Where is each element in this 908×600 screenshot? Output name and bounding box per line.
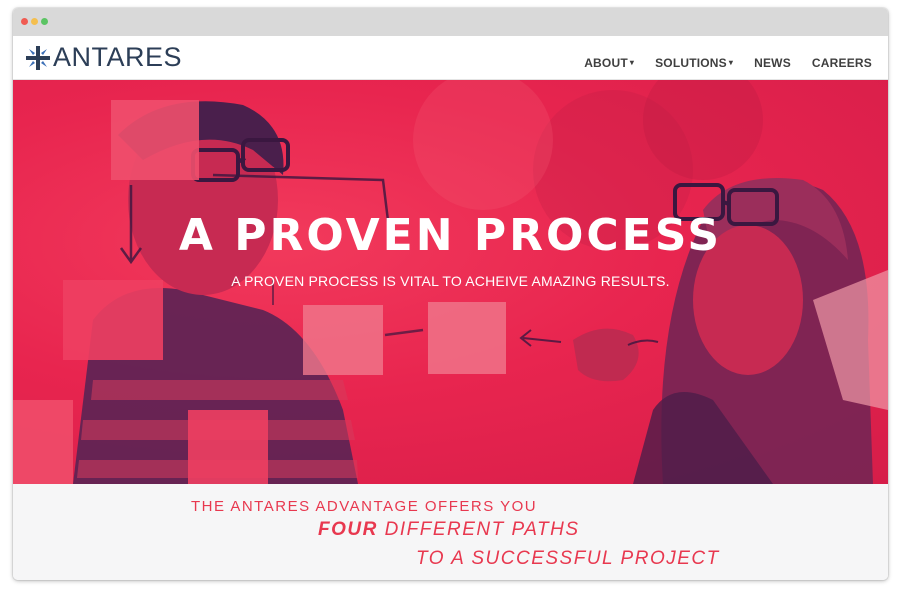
maximize-dot-icon[interactable] — [41, 18, 48, 25]
nav-item-careers[interactable]: CAREERS — [812, 56, 872, 70]
hero-title: A PROVEN PROCESS — [178, 210, 723, 261]
window-title-bar — [13, 8, 888, 36]
advantage-intro: THE ANTARES ADVANTAGE OFFERS YOU — [191, 498, 538, 515]
nav-item-solutions[interactable]: SOLUTIONS ▾ — [655, 56, 733, 70]
compass-star-logo-icon[interactable] — [25, 45, 51, 71]
advantage-highlight: FOUR — [318, 519, 378, 540]
advantage-paths: FOUR DIFFERENT PATHS — [318, 519, 580, 541]
advantage-paths-text: DIFFERENT PATHS — [377, 519, 580, 540]
minimize-dot-icon[interactable] — [31, 18, 38, 25]
nav-item-label: NEWS — [754, 56, 791, 70]
nav-item-label: CAREERS — [811, 56, 872, 70]
advantage-project: TO A SUCCESSFUL PROJECT — [416, 548, 720, 569]
chevron-down-icon: ▾ — [629, 58, 635, 67]
nav-item-news[interactable]: NEWS — [754, 56, 791, 70]
hero-banner: A PROVEN PROCESS A PROVEN PROCESS IS VIT… — [13, 80, 888, 484]
browser-window: ANTARES ABOUT ▾ SOLUTIONS ▾ NEWS CAREERS — [13, 8, 888, 580]
main-nav: ABOUT ▾ SOLUTIONS ▾ NEWS CAREERS — [563, 56, 872, 70]
close-dot-icon[interactable] — [21, 18, 28, 25]
nav-item-about[interactable]: ABOUT ▾ — [584, 56, 634, 70]
advantage-section: THE ANTARES ADVANTAGE OFFERS YOU FOUR DI… — [13, 484, 888, 580]
chevron-down-icon: ▾ — [728, 58, 734, 67]
brand-wordmark[interactable]: ANTARES — [53, 42, 182, 73]
site-header: ANTARES ABOUT ▾ SOLUTIONS ▾ NEWS CAREERS — [13, 36, 888, 80]
hero-subtitle: A PROVEN PROCESS IS VITAL TO ACHEIVE AMA… — [231, 273, 670, 289]
nav-item-label: SOLUTIONS — [655, 56, 727, 70]
nav-item-label: ABOUT — [584, 56, 628, 70]
